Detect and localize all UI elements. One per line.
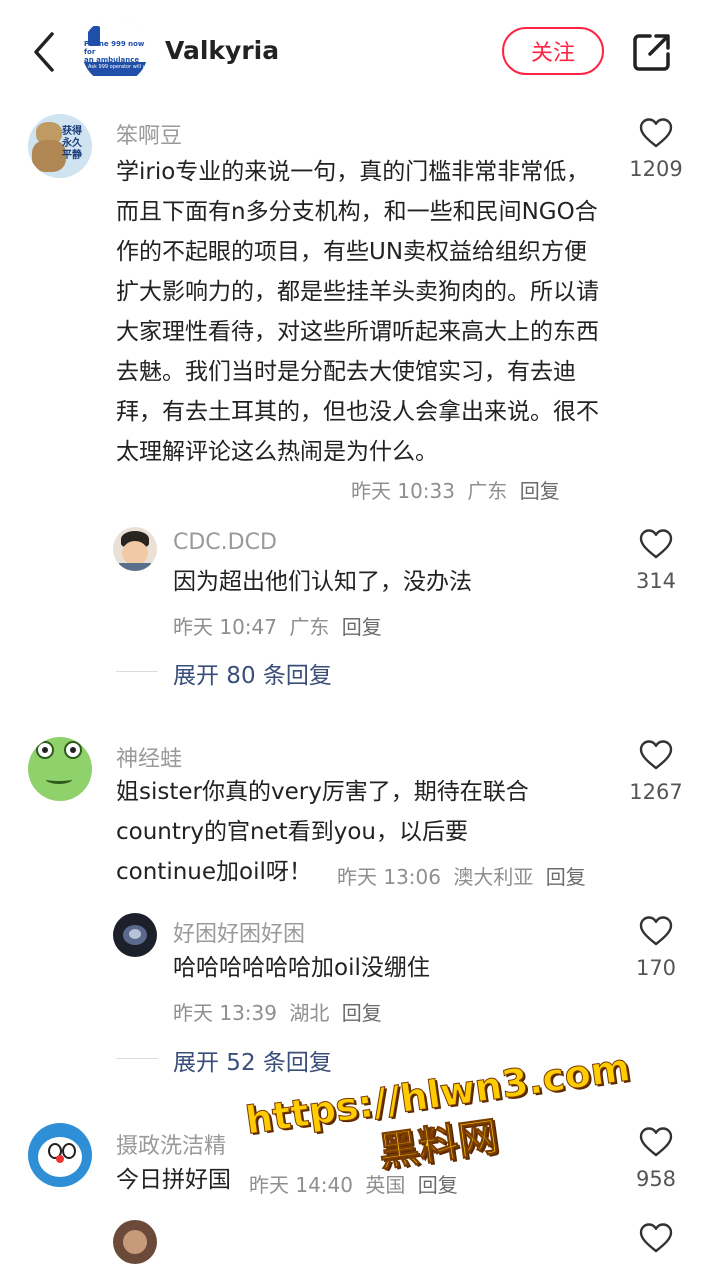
- heart-outline-icon: [639, 740, 673, 770]
- commenter-avatar[interactable]: [28, 737, 92, 801]
- expand-replies-button[interactable]: 展开 52 条回复: [173, 1043, 332, 1077]
- reply-time: 昨天 10:47: [173, 615, 277, 639]
- like-button[interactable]: [639, 1222, 673, 1258]
- like-count: 1267: [629, 780, 683, 804]
- comment-text: 今日拼好国: [116, 1167, 231, 1193]
- comment-text: continue加oil呀！: [116, 859, 312, 885]
- chevron-left-icon: [34, 32, 54, 72]
- commenter-name[interactable]: 摄政洗洁精: [116, 1128, 226, 1160]
- divider: [116, 671, 158, 672]
- reply-button[interactable]: 回复: [520, 479, 560, 503]
- reply-avatar[interactable]: [113, 913, 157, 957]
- expand-replies-button[interactable]: 展开 80 条回复: [173, 656, 332, 690]
- comment-time: 昨天 10:33: [351, 479, 455, 503]
- reply-button[interactable]: 回复: [418, 1173, 458, 1197]
- like-button[interactable]: [639, 1126, 673, 1162]
- reply-location: 广东: [289, 615, 330, 639]
- reply-button[interactable]: 回复: [342, 1001, 382, 1025]
- reply-time: 昨天 13:39: [173, 1001, 277, 1025]
- like-button[interactable]: [639, 915, 673, 951]
- comment-location: 澳大利亚: [453, 865, 534, 889]
- reply-user-name[interactable]: 好困好困好困: [173, 916, 305, 948]
- reply-user-name[interactable]: CDC.DCD: [173, 530, 277, 555]
- heart-outline-icon: [639, 916, 673, 946]
- like-count: 170: [635, 956, 677, 980]
- comment-meta: 昨天 10:33 广东 回复: [351, 475, 560, 504]
- reply-meta: 昨天 10:47 广东 回复: [173, 611, 382, 640]
- comment-time: 昨天 13:06: [337, 865, 441, 889]
- reply-text: 哈哈哈哈哈哈加oil没绷住: [173, 955, 430, 981]
- heart-outline-icon: [639, 1223, 673, 1253]
- commenter-avatar[interactable]: 获得永久平静: [28, 114, 92, 178]
- comment-meta: 昨天 14:40 英国 回复: [249, 1169, 458, 1198]
- commenter-name[interactable]: 笨啊豆: [116, 118, 182, 150]
- share-icon: [633, 34, 670, 71]
- like-count: 958: [635, 1167, 677, 1191]
- heart-outline-icon: [639, 529, 673, 559]
- like-count: 1209: [629, 157, 683, 181]
- like-button[interactable]: [639, 117, 673, 153]
- comment-text: country的官net看到you，以后要: [116, 819, 468, 845]
- like-button[interactable]: [639, 528, 673, 564]
- comment-text: 学irio专业的来说一句，真的门槛非常非常低，而且下面有n多分支机构，和一些和民…: [116, 159, 599, 465]
- commenter-name[interactable]: 神经蛙: [116, 741, 182, 773]
- heart-outline-icon: [639, 1127, 673, 1157]
- follow-button[interactable]: 关注: [502, 27, 604, 75]
- reply-button[interactable]: 回复: [546, 865, 586, 889]
- divider: [116, 1058, 158, 1059]
- reply-text: 因为超出他们认知了，没办法: [173, 569, 472, 595]
- reply-avatar[interactable]: [113, 1220, 157, 1264]
- reply-button[interactable]: 回复: [342, 615, 382, 639]
- author-avatar[interactable]: Phone 999 now for an ambulance Ask 999 o…: [82, 18, 148, 84]
- commenter-avatar[interactable]: [28, 1123, 92, 1187]
- author-name[interactable]: Valkyria: [165, 36, 279, 65]
- comment-meta: 昨天 13:06 澳大利亚 回复: [337, 861, 586, 890]
- reply-location: 湖北: [289, 1001, 330, 1025]
- back-button[interactable]: [26, 30, 66, 74]
- heart-outline-icon: [639, 118, 673, 148]
- comment-location: 广东: [467, 479, 508, 503]
- reply-avatar[interactable]: [113, 527, 157, 571]
- like-button[interactable]: [639, 739, 673, 775]
- avatar-text: Ask 999 operator will ask: [88, 64, 144, 70]
- avatar-text: Phone 999 now for: [84, 40, 145, 56]
- comment-text: 姐sister你真的very厉害了，期待在联合: [116, 779, 529, 805]
- like-count: 314: [635, 569, 677, 593]
- avatar-badge: 获得永久平静: [62, 126, 82, 161]
- comment-time: 昨天 14:40: [249, 1173, 353, 1197]
- reply-meta: 昨天 13:39 湖北 回复: [173, 997, 382, 1026]
- share-button[interactable]: [630, 30, 674, 74]
